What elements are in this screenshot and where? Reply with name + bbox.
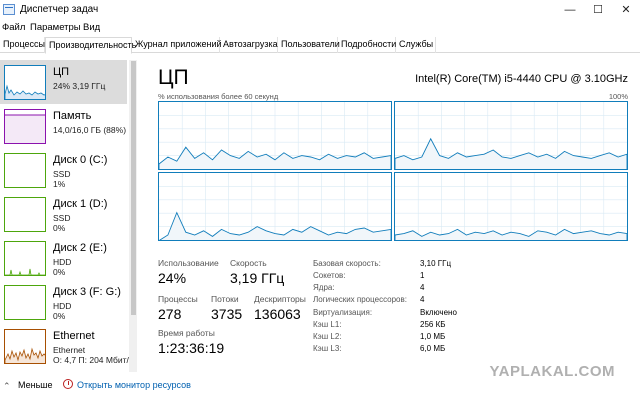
sidebar-item-label: Память [53,110,92,122]
sidebar-item-cpu[interactable]: ЦП 24% 3,19 ГГц [0,60,127,104]
uptime-value: 1:23:36:19 [158,340,225,356]
cpu-core-graph-3 [394,172,628,241]
sidebar-item-label: Диск 2 (E:) [53,242,107,254]
resource-sidebar: ЦП 24% 3,19 ГГц Память 14,0/16,0 ГБ (88%… [0,56,138,374]
sidebar-item-type: HDD [53,301,72,311]
fewer-details-button[interactable]: Меньше [18,380,53,390]
cpu-core-graph-2 [158,172,392,242]
cpu-model-name: Intel(R) Core(TM) i5-4440 CPU @ 3.10GHz [415,73,628,85]
graph-caption: % использования более 60 секунд [158,92,279,101]
handles-label: Дескрипторы [254,294,306,304]
menu-file[interactable]: Файл [2,22,25,33]
sidebar-item-label: Диск 1 (D:) [53,198,108,210]
maximize-button[interactable]: ☐ [584,0,612,21]
sidebar-scroll-thumb[interactable] [131,61,136,315]
title-bar: Диспетчер задач — ☐ ✕ [0,0,640,21]
graph-max-label: 100% [608,92,628,101]
menu-params[interactable]: Параметры [30,22,81,33]
tab-processes[interactable]: Процессы [0,37,45,53]
sidebar-item-label: ЦП [53,66,70,78]
tab-performance[interactable]: Производительность [45,37,136,54]
sidebar-item-disk2[interactable]: Диск 2 (E:) HDD 0% [0,236,127,280]
spec-label: Сокетов: [313,271,346,280]
menu-view[interactable]: Вид [83,22,100,33]
tab-app-history[interactable]: Журнал приложений [132,37,222,53]
disk2-thumbnail [4,241,46,276]
sidebar-item-disk1[interactable]: Диск 1 (D:) SSD 0% [0,192,127,236]
cpu-thumbnail [4,65,46,100]
sidebar-item-type: SSD [53,213,71,223]
spec-label: Кэш L2: [313,332,342,341]
spec-value: 4 [420,283,425,292]
spec-label: Кэш L3: [313,344,342,353]
spec-label: Ядра: [313,283,335,292]
threads-value: 3735 [211,306,243,322]
sidebar-item-throughput: О: 4,7 П: 204 Мбит/с [53,355,134,365]
speed-label: Скорость [230,258,267,268]
chevron-up-icon[interactable]: ⌃ [3,381,11,392]
speed-value: 3,19 ГГц [230,270,285,286]
watermark: YAPLAKAL.COM [489,363,615,380]
sidebar-item-usage: 0% [53,223,66,233]
sidebar-item-label: Диск 0 (C:) [53,154,108,166]
sidebar-item-detail: 24% 3,19 ГГц [53,81,106,91]
sidebar-item-usage: 0% [53,267,66,277]
tab-services[interactable]: Службы [396,37,436,53]
resource-monitor-icon [63,379,73,389]
spec-label: Базовая скорость: [313,259,381,268]
sidebar-item-usage: 1% [53,179,66,189]
processes-label: Процессы [158,294,198,304]
tab-startup[interactable]: Автозагрузка [220,37,278,53]
sidebar-item-detail: 14,0/16,0 ГБ (88%) [53,125,127,135]
sidebar-item-label: Ethernet [53,330,95,342]
close-button[interactable]: ✕ [612,0,640,21]
spec-value: 3,10 ГГц [420,259,452,268]
usage-label: Использование [158,258,219,268]
spec-label: Виртуализация: [313,308,373,317]
spec-label: Кэш L1: [313,320,342,329]
spec-value: Включено [420,308,457,317]
spec-value: 1 [420,271,425,280]
spec-value: 256 КБ [420,320,446,329]
processes-value: 278 [158,306,182,322]
disk1-thumbnail [4,197,46,232]
threads-label: Потоки [211,294,239,304]
page-title: ЦП [158,66,189,89]
disk3-thumbnail [4,285,46,320]
tab-bar: Процессы Производительность Журнал прило… [0,37,640,54]
sidebar-item-ethernet[interactable]: Ethernet Ethernet О: 4,7 П: 204 Мбит/с [0,324,133,368]
usage-value: 24% [158,270,187,286]
sidebar-item-disk0[interactable]: Диск 0 (C:) SSD 1% [0,148,127,192]
handles-value: 136063 [254,306,301,322]
ethernet-thumbnail [4,329,46,364]
sidebar-item-memory[interactable]: Память 14,0/16,0 ГБ (88%) [0,104,127,148]
disk0-thumbnail [4,153,46,188]
spec-label: Логических процессоров: [313,295,407,304]
window-title: Диспетчер задач [20,4,99,15]
open-resource-monitor-link[interactable]: Открыть монитор ресурсов [77,380,191,390]
cpu-core-graph-0 [158,101,392,170]
cpu-core-graph-1 [394,101,628,170]
sidebar-item-disk3[interactable]: Диск 3 (F: G:) HDD 0% [0,280,127,324]
sidebar-item-usage: 0% [53,311,66,321]
memory-thumbnail [4,109,46,144]
minimize-button[interactable]: — [556,0,584,21]
tab-details[interactable]: Подробности [338,37,396,53]
sidebar-item-type: HDD [53,257,72,267]
spec-value: 1,0 МБ [420,332,446,341]
sidebar-item-type: Ethernet [53,345,86,355]
spec-value: 4 [420,295,425,304]
tab-users[interactable]: Пользователи [278,37,340,53]
sidebar-item-label: Диск 3 (F: G:) [53,286,121,298]
uptime-label: Время работы [158,328,215,338]
sidebar-item-type: SSD [53,169,71,179]
task-manager-icon [3,4,15,15]
spec-value: 6,0 МБ [420,344,446,353]
